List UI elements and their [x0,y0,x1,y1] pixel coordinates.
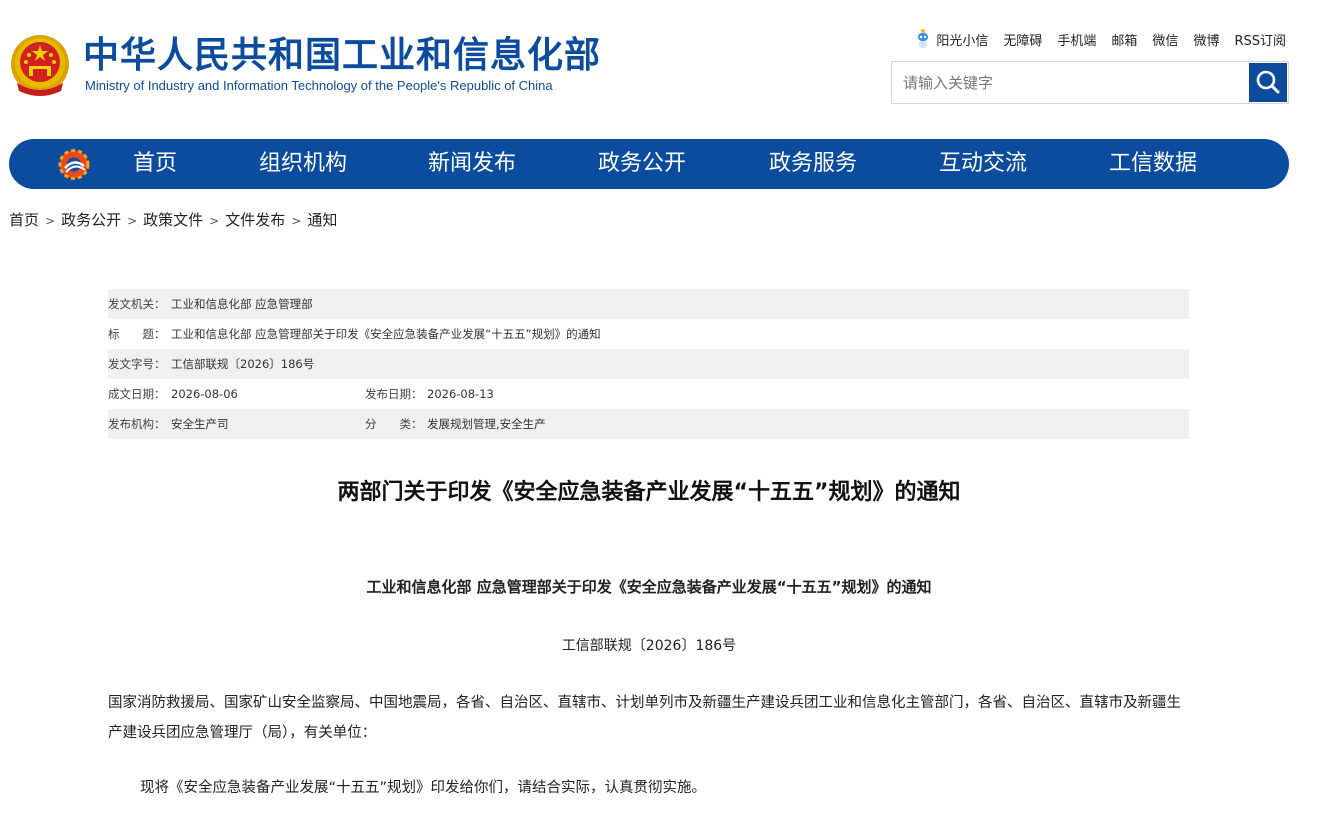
top-link-label: 阳光小信 [936,33,989,49]
breadcrumb-policy-docs[interactable]: 政策文件 [143,211,203,229]
breadcrumb-doc-release[interactable]: 文件发布 [225,211,285,229]
meta-row-issuer: 发文机关： 工业和信息化部 应急管理部 [108,289,1189,319]
nav-interaction[interactable]: 互动交流 [939,139,1027,189]
meta-category-value: 发展规划管理,安全生产 [427,417,546,431]
nav-data[interactable]: 工信数据 [1109,139,1197,189]
top-link-wechat[interactable]: 微信 [1152,30,1178,49]
breadcrumb-separator: > [209,214,220,228]
nav-organization[interactable]: 组织机构 [259,139,347,189]
article-title: 两部门关于印发《安全应急装备产业发展“十五五”规划》的通知 [337,480,961,505]
site-subtitle: Ministry of Industry and Information Tec… [85,78,553,93]
meta-created-value: 2026-08-06 [171,387,238,401]
meta-row-org: 发布机构： 安全生产司 分 类： 发展规划管理,安全生产 [108,409,1189,439]
meta-docno-label: 发文字号： [108,357,166,371]
meta-title-value: 工业和信息化部 应急管理部关于印发《安全应急装备产业发展“十五五”规划》的通知 [171,327,601,341]
ministry-logo-icon [58,149,90,180]
meta-row-docno: 发文字号： 工信部联规〔2026〕186号 [108,349,1189,379]
meta-issuer-value: 工业和信息化部 应急管理部 [171,297,313,311]
top-link-mobile[interactable]: 手机端 [1057,30,1096,49]
nav-news[interactable]: 新闻发布 [428,139,516,189]
top-link-accessibility[interactable]: 无障碍 [1003,30,1042,49]
meta-title-label: 标 题： [108,327,166,341]
breadcrumb-separator: > [45,214,56,228]
site-title: 中华人民共和国工业和信息化部 [83,35,602,76]
meta-row-dates: 成文日期： 2026-08-06 发布日期： 2026-08-13 [108,379,1189,409]
breadcrumb-notice[interactable]: 通知 [307,211,337,229]
recipients-paragraph: 国家消防救援局、国家矿山安全监察局、中国地震局，各省、自治区、直辖市、计划单列市… [108,695,1181,741]
top-link-weibo[interactable]: 微博 [1193,30,1219,49]
search-button[interactable] [1249,63,1287,102]
breadcrumb-separator: > [127,214,138,228]
search-icon [1256,70,1280,94]
document-number: 工信部联规〔2026〕186号 [561,638,737,654]
meta-created-label: 成文日期： [108,387,166,401]
top-link-rss[interactable]: RSS订阅 [1234,30,1286,49]
meta-category-label: 分 类： [365,417,423,431]
breadcrumb-gov-affairs[interactable]: 政务公开 [61,211,121,229]
national-emblem-icon [11,35,69,96]
meta-org-value: 安全生产司 [171,417,229,431]
meta-published-value: 2026-08-13 [427,387,494,401]
top-link-sunshine[interactable]: 阳光小信 [916,28,988,50]
nav-gov-services[interactable]: 政务服务 [769,139,857,189]
search-box [891,61,1289,104]
nav-home[interactable]: 首页 [133,139,177,189]
body-paragraph: 现将《安全应急装备产业发展“十五五”规划》印发给你们，请结合实际，认真贯彻实施。 [140,780,707,796]
meta-issuer-label: 发文机关： [108,297,166,311]
search-input[interactable] [892,62,1246,103]
breadcrumb-home[interactable]: 首页 [9,211,39,229]
meta-org-label: 发布机构： [108,417,166,431]
meta-docno-value: 工信部联规〔2026〕186号 [171,357,315,371]
document-meta-table: 发文机关： 工业和信息化部 应急管理部 标 题： 工业和信息化部 应急管理部关于… [108,289,1189,439]
breadcrumb: 首页 > 政务公开 > 政策文件 > 文件发布 > 通知 [9,209,337,230]
breadcrumb-separator: > [291,214,302,228]
top-links: 阳光小信 无障碍 手机端 邮箱 微信 微博 RSS订阅 [916,28,1286,50]
main-nav: 首页 组织机构 新闻发布 政务公开 政务服务 互动交流 工信数据 [9,139,1289,189]
meta-row-title: 标 题： 工业和信息化部 应急管理部关于印发《安全应急装备产业发展“十五五”规划… [108,319,1189,349]
nav-gov-affairs[interactable]: 政务公开 [598,139,686,189]
meta-published-label: 发布日期： [365,387,423,401]
robot-assistant-icon [918,29,929,48]
top-link-mail[interactable]: 邮箱 [1111,30,1137,49]
document-heading: 工业和信息化部 应急管理部关于印发《安全应急装备产业发展“十五五”规划》的通知 [366,578,932,596]
